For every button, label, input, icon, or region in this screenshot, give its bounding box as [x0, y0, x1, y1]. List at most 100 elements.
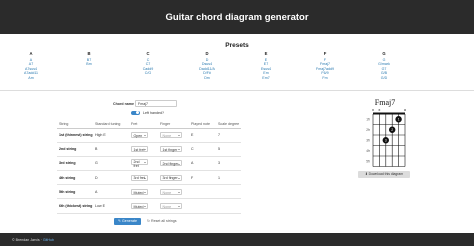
preset-column-heading: D — [205, 51, 209, 56]
finger-select[interactable]: 3rd finger — [160, 174, 182, 181]
generate-button[interactable]: ✎ Generate — [114, 218, 141, 225]
played-note — [189, 198, 216, 214]
preset-column-c: C C C7 Cadd9 C/G — [128, 51, 168, 76]
column-header: Scale degree — [216, 120, 241, 129]
column-header: Standard tuning — [93, 120, 129, 129]
string-name: 3rd string — [57, 156, 93, 172]
string-tuning: B — [93, 142, 129, 157]
chord-diagram-svg: Fmaj7 1fr 2fr 3fr 4fr 5fr x x o 1 2 3 — [366, 98, 407, 167]
finger-select[interactable]: None — [160, 132, 182, 139]
diagram-title: Fmaj7 — [375, 98, 395, 107]
fret-select[interactable]: 3rd fret — [131, 174, 148, 181]
string-name: 6th (thickest) string — [57, 198, 93, 214]
reset-strings-button[interactable]: ↻ Reset all strings — [147, 218, 181, 225]
fret-number-label: 5fr — [366, 159, 371, 163]
played-note — [189, 184, 216, 200]
open-string-marker: o — [404, 107, 407, 112]
column-header: String — [57, 120, 93, 129]
fret-number-label: 1fr — [366, 117, 371, 121]
preset-column-e: E E E7 Esus4 Em Em7 — [246, 51, 286, 80]
chord-name-label: Chord name — [113, 101, 134, 106]
chord-editor: Chord name Fmaj7 Left handed? String Sta… — [57, 100, 285, 226]
preset-link[interactable]: Dm — [187, 76, 227, 80]
preset-link[interactable]: C/G — [128, 71, 168, 75]
preset-column-heading: E — [264, 51, 268, 56]
fret-select[interactable]: 2nd fret — [131, 158, 148, 168]
fret-select[interactable]: Muted — [131, 188, 148, 195]
presets-heading: Presets — [225, 42, 249, 49]
table-row: 6th (thickest) string Low E Muted None — [57, 198, 241, 214]
column-header: Fret — [129, 120, 158, 129]
muted-string-marker: x — [372, 107, 374, 112]
string-tuning: A — [93, 184, 129, 200]
fret-number-label: 4fr — [366, 149, 371, 153]
preset-column-a: A A A7 A7sus4 A7add11 Am — [11, 51, 51, 80]
string-name: 2nd string — [57, 142, 93, 157]
fret-select[interactable]: 1st fret — [131, 146, 148, 153]
table-header-row: String Standard tuning Fret Finger Playe… — [57, 120, 241, 129]
finger-select[interactable]: 1st finger — [160, 146, 182, 153]
footer-copyright: © Brendan Jarvis · — [12, 237, 43, 242]
generate-label: Generate — [122, 219, 137, 223]
string-tuning: G — [93, 156, 129, 172]
table-row: 3rd string G 2nd fret 2nd finger A 3 — [57, 156, 241, 172]
fret-select[interactable]: Muted — [131, 203, 148, 210]
scale-degree — [216, 184, 241, 200]
fret-number-label: 3fr — [366, 138, 371, 142]
footer: © Brendan Jarvis · GitHub — [0, 233, 474, 246]
preset-link[interactable]: G/D — [364, 76, 404, 80]
fret-select[interactable]: Open — [131, 132, 148, 139]
preset-column-b: B B7 Bm — [69, 51, 109, 67]
finger-number: 2 — [391, 128, 393, 132]
preset-column-g: G G G/mark G7 G/B G/D — [364, 51, 404, 80]
chord-diagram: Fmaj7 1fr 2fr 3fr 4fr 5fr x x o 1 2 3 — [353, 96, 413, 176]
footer-text: © Brendan Jarvis · GitHub — [12, 238, 54, 242]
chord-name-input[interactable]: Fmaj7 — [135, 100, 177, 107]
table-row: 2nd string B 1st fret 1st finger C 5 — [57, 142, 241, 157]
left-handed-label: Left handed? — [143, 110, 164, 115]
string-tuning: High E — [93, 128, 129, 143]
download-label: Download this diagram — [368, 172, 404, 176]
muted-string-marker: x — [378, 107, 380, 112]
string-tuning: D — [93, 170, 129, 186]
string-tuning: Low E — [93, 198, 129, 214]
finger-number: 1 — [398, 118, 400, 122]
preset-link[interactable]: Bm — [69, 62, 109, 66]
left-handed-toggle[interactable] — [131, 110, 140, 115]
preset-link[interactable]: Am — [11, 76, 51, 80]
scale-degree — [216, 198, 241, 214]
table-row: 1st (thinnest) string High E Open None E… — [57, 128, 241, 143]
preset-column-d: D D Dsus4 Dadd11/A D/F# Dm — [187, 51, 227, 80]
string-name: 1st (thinnest) string — [57, 128, 93, 143]
page-title: Guitar chord diagram generator — [165, 12, 309, 23]
scale-degree: 5 — [216, 142, 241, 157]
nut — [373, 112, 405, 115]
preset-column-heading: G — [382, 51, 386, 56]
preset-column-heading: F — [323, 51, 327, 56]
column-header: Played note — [189, 120, 216, 129]
header-bar: Guitar chord diagram generator — [0, 0, 474, 34]
scale-degree: 1 — [216, 170, 241, 186]
column-header: Finger — [158, 120, 189, 129]
preset-link[interactable]: Em7 — [246, 76, 286, 80]
finger-number: 3 — [385, 139, 387, 143]
finger-select[interactable]: None — [160, 188, 182, 195]
played-note: C — [189, 142, 216, 157]
preset-link[interactable]: Fm — [305, 76, 345, 80]
preset-column-f: F F Fmaj7 Fmaj7add9 F6/9 Fm — [305, 51, 345, 80]
download-diagram-button[interactable]: ⬇ Download this diagram — [358, 171, 410, 178]
string-name: 4th string — [57, 170, 93, 186]
played-note: E — [189, 128, 216, 143]
played-note: A — [189, 156, 216, 172]
preset-column-heading: B — [87, 51, 91, 56]
footer-github-link[interactable]: GitHub — [43, 238, 54, 242]
finger-select[interactable]: 2nd finger — [160, 160, 182, 167]
scale-degree: 7 — [216, 128, 241, 143]
strings-table: String Standard tuning Fret Finger Playe… — [57, 120, 241, 214]
string-name: 5th string — [57, 184, 93, 200]
finger-select[interactable]: None — [160, 203, 182, 210]
table-row: 5th string A Muted None — [57, 184, 241, 200]
preset-column-heading: A — [29, 51, 33, 56]
reset-label: Reset all strings — [151, 219, 177, 223]
section-divider — [0, 90, 474, 91]
